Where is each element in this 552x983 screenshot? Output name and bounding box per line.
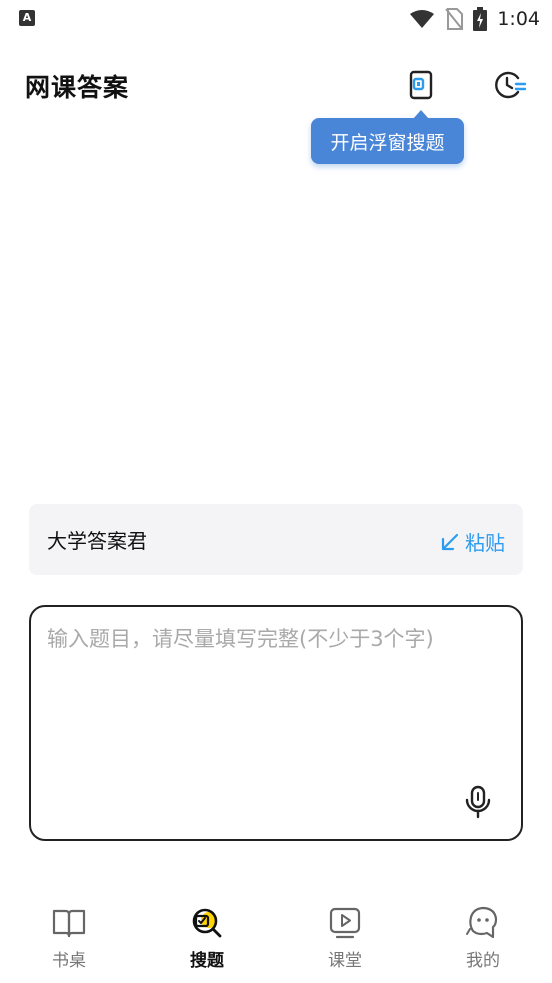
app-notification-icon: A: [19, 10, 35, 26]
nav-label-classroom: 课堂: [328, 951, 362, 971]
nav-label-search: 搜题: [190, 951, 224, 971]
status-icons: 1:04: [409, 6, 540, 32]
question-input-box: [29, 605, 523, 841]
wifi-icon: [409, 9, 435, 29]
status-time: 1:04: [497, 8, 540, 30]
clipboard-card: 大学答案君 粘贴: [29, 504, 523, 575]
history-button[interactable]: [492, 68, 528, 102]
nav-tab-search[interactable]: 搜题: [138, 895, 276, 983]
question-input[interactable]: [45, 621, 513, 775]
battery-charging-icon: [473, 7, 488, 31]
arrow-down-left-icon: [441, 533, 459, 550]
no-sim-icon: [445, 8, 464, 30]
floating-window-icon: [409, 70, 433, 100]
voice-input-button[interactable]: [463, 785, 493, 819]
play-classroom-icon: [329, 907, 361, 939]
nav-tab-classroom[interactable]: 课堂: [276, 895, 414, 983]
bottom-nav: 书桌 搜题 课堂 我的: [0, 895, 552, 983]
nav-tab-desk[interactable]: 书桌: [0, 895, 138, 983]
floating-search-tooltip[interactable]: 开启浮窗搜题: [311, 118, 464, 164]
header: 网课答案: [0, 60, 552, 110]
search-question-icon: [192, 908, 222, 938]
nav-label-profile: 我的: [466, 951, 500, 971]
paste-label: 粘贴: [465, 531, 505, 555]
book-icon: [52, 909, 86, 938]
floating-window-button[interactable]: [404, 68, 438, 102]
history-icon: [495, 71, 527, 99]
clipboard-text: 大学答案君: [47, 529, 147, 553]
profile-icon: [466, 906, 498, 939]
status-bar: A 1:04: [0, 0, 552, 38]
nav-label-desk: 书桌: [52, 951, 86, 971]
paste-button[interactable]: 粘贴: [441, 527, 505, 556]
page-title: 网课答案: [25, 73, 130, 102]
nav-tab-profile[interactable]: 我的: [414, 895, 552, 983]
microphone-icon: [465, 785, 491, 819]
